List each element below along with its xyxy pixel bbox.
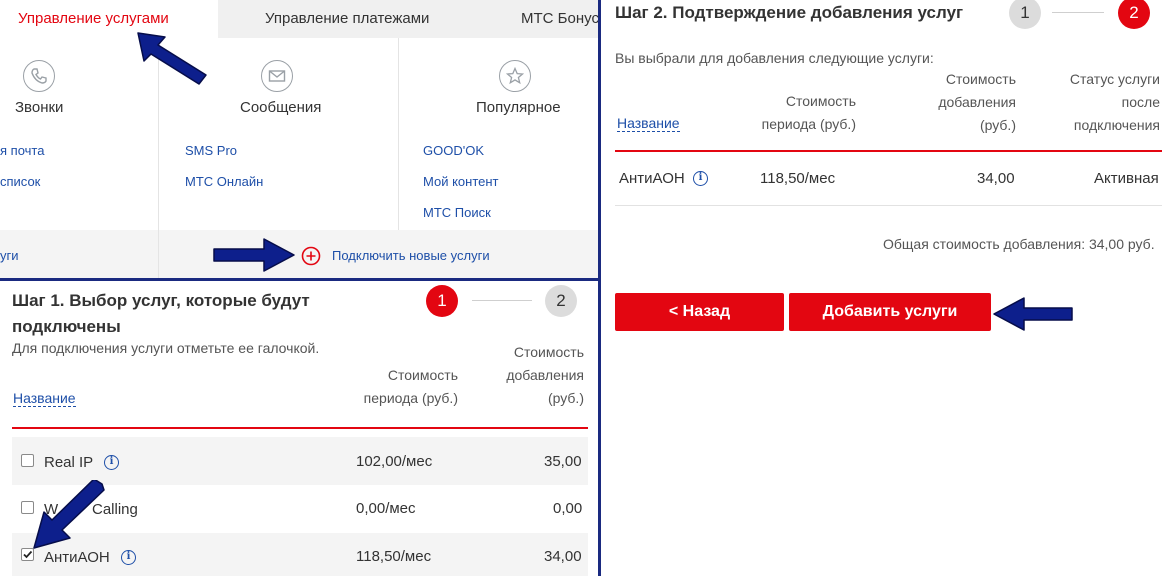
- column-divider: [158, 230, 159, 278]
- col-head-line: Стоимость: [387, 367, 458, 383]
- annotation-arrow-icon: [30, 480, 106, 552]
- annotation-arrow-icon: [135, 30, 210, 85]
- service-name: Real IP: [44, 454, 94, 471]
- panel-divider: [0, 278, 601, 281]
- panel-divider: [598, 0, 601, 576]
- col-head-line: периода (руб.): [761, 116, 856, 132]
- col-head-line: после: [1121, 94, 1160, 110]
- add-services-button[interactable]: Добавить услуги: [789, 293, 991, 331]
- annotation-arrow-icon: [992, 296, 1074, 332]
- services-panel: Управление услугами Управление платежами…: [0, 0, 600, 278]
- add-cost: 34,00: [977, 170, 1015, 187]
- step1-badge-next: 2: [545, 285, 577, 317]
- annotation-arrow-icon: [212, 237, 296, 273]
- period-cost: 118,50/мес: [760, 170, 836, 187]
- step1-badge-active: 1: [426, 285, 458, 317]
- step2-badge-active: 2: [1118, 0, 1150, 29]
- step-connector: [472, 300, 532, 301]
- connect-new-services-link[interactable]: Подключить новые услуги: [332, 248, 490, 263]
- service-link[interactable]: я почта: [0, 143, 44, 158]
- category-messages[interactable]: Сообщения: [240, 99, 321, 116]
- step1-title-line2: подключены: [12, 317, 121, 336]
- step-connector: [1052, 12, 1104, 13]
- service-link-mts-search[interactable]: МТС Поиск: [423, 205, 491, 220]
- row-divider: [615, 205, 1162, 206]
- star-icon[interactable]: [499, 60, 531, 92]
- add-cost: 35,00: [544, 453, 582, 470]
- step1-title-line1: Шаг 1. Выбор услуг, которые будут: [12, 291, 310, 310]
- col-head-line: добавления: [506, 367, 584, 383]
- col-head-line: Стоимость: [513, 344, 584, 360]
- col-head-line: добавления: [938, 94, 1016, 110]
- table-row: [12, 437, 588, 485]
- service-link[interactable]: уги: [0, 248, 19, 263]
- step2-col-status: Статус услуги после подключения: [1050, 68, 1160, 137]
- service-link-my-content[interactable]: Мой контент: [423, 174, 499, 189]
- step2-title: Шаг 2. Подтверждение добавления услуг: [615, 3, 964, 22]
- info-icon[interactable]: i: [104, 455, 119, 470]
- add-cost: 34,00: [544, 548, 582, 565]
- add-cost: 0,00: [553, 500, 583, 517]
- checkbox-real-ip[interactable]: [21, 454, 34, 467]
- step2-col-name-sort[interactable]: Название: [617, 115, 680, 132]
- category-popular[interactable]: Популярное: [476, 99, 561, 116]
- service-link-mts-online[interactable]: МТС Онлайн: [185, 174, 263, 189]
- col-head-line: (руб.): [979, 117, 1016, 133]
- phone-icon[interactable]: [23, 60, 55, 92]
- period-cost: 118,50/мес: [356, 548, 432, 565]
- step2-col-add: Стоимость добавления (руб.): [926, 68, 1016, 137]
- total-cost: Общая стоимость добавления: 34,00 руб.: [883, 236, 1155, 252]
- step1-note: Для подключения услуги отметьте ее галоч…: [12, 340, 320, 356]
- info-icon[interactable]: i: [121, 550, 136, 565]
- col-head-line: Стоимость: [785, 93, 856, 109]
- col-head-line: Стоимость: [945, 71, 1016, 87]
- envelope-icon[interactable]: [261, 60, 293, 92]
- table-header-rule: [12, 427, 588, 429]
- table-header-rule: [615, 150, 1162, 152]
- step1-col-period: Стоимость периода (руб.): [354, 364, 458, 410]
- col-head-line: периода (руб.): [363, 390, 458, 406]
- col-head-line: (руб.): [547, 390, 584, 406]
- col-head-line: подключения: [1073, 117, 1160, 133]
- back-button[interactable]: < Назад: [615, 293, 784, 331]
- column-divider: [398, 38, 399, 230]
- tab-mts-bonus[interactable]: МТС Бонус: [521, 0, 599, 38]
- plus-circle-icon[interactable]: [301, 246, 321, 266]
- step2-col-period: Стоимость периода (руб.): [752, 90, 856, 136]
- info-icon[interactable]: i: [693, 171, 708, 186]
- tab-manage-payments[interactable]: Управление платежами: [265, 0, 429, 38]
- col-head-line: Статус услуги: [1069, 71, 1160, 87]
- service-link-goodok[interactable]: GOOD'OK: [423, 143, 484, 158]
- step1-col-add: Стоимость добавления (руб.): [494, 341, 584, 410]
- service-link-sms-pro[interactable]: SMS Pro: [185, 143, 237, 158]
- period-cost: 102,00/мес: [356, 453, 433, 470]
- step1-col-name-sort[interactable]: Название: [13, 390, 76, 407]
- period-cost: 0,00/мес: [356, 500, 416, 517]
- status-value: Активная: [1094, 170, 1159, 187]
- service-link[interactable]: список: [0, 174, 40, 189]
- step2-badge-prev: 1: [1009, 0, 1041, 29]
- actions-bar: [0, 230, 600, 278]
- step2-note: Вы выбрали для добавления следующие услу…: [615, 50, 934, 66]
- category-calls[interactable]: Звонки: [15, 99, 63, 116]
- service-name: АнтиАОН: [619, 170, 685, 187]
